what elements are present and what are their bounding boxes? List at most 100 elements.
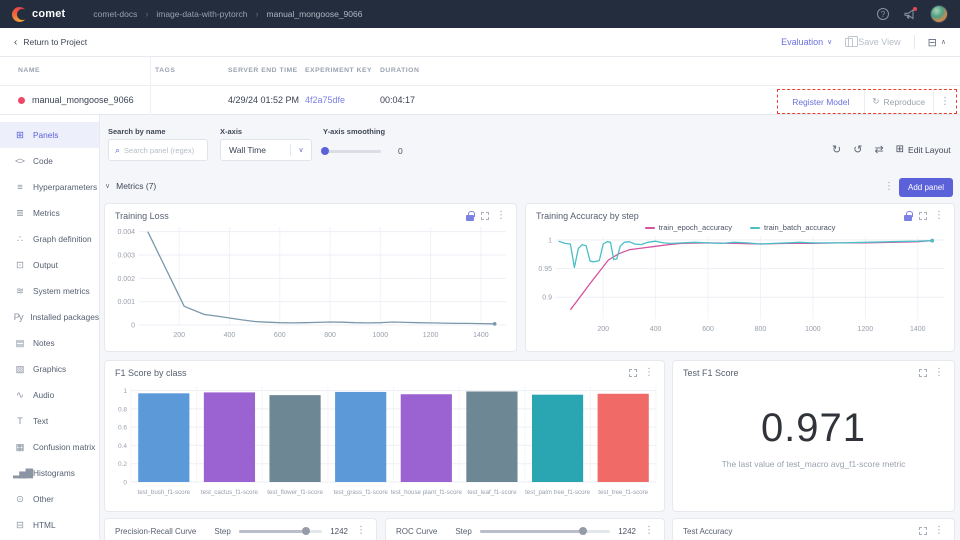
expand-icon[interactable] [481, 212, 489, 220]
f1-score-bar-chart[interactable]: 00.20.40.60.81test_bush_f1-scoretest_cac… [105, 378, 664, 502]
sidebar-item-label: HTML [33, 520, 56, 530]
sidebar-item-notes[interactable]: ▤Notes [0, 330, 99, 356]
experiment-key-link[interactable]: 4f2a75dfe [305, 95, 345, 105]
sidebar-item-output[interactable]: ⊡Output [0, 252, 99, 278]
step-slider[interactable] [239, 530, 322, 533]
view-selector-dropdown[interactable]: Evaluation ∨ [781, 37, 832, 47]
panel-training-loss: Training Loss ⋮ 200400600800100012001400… [104, 203, 517, 352]
save-view-icon [845, 38, 853, 47]
panel-roc-curve: ROC Curve Step 1242 ⋮ [385, 518, 665, 540]
sidebar-item-text[interactable]: TText [0, 408, 99, 434]
panel-kebab-menu[interactable]: ⋮ [644, 526, 654, 536]
search-input[interactable] [124, 146, 194, 155]
legend-item-train-epoch-accuracy[interactable]: train_epoch_accuracy [645, 223, 732, 232]
panel-kebab-menu[interactable]: ⋮ [934, 368, 944, 378]
edit-layout-button[interactable]: ⊞ Edit Layout [896, 144, 951, 155]
legend-item-train-batch-accuracy[interactable]: train_batch_accuracy [750, 223, 835, 232]
notification-icon[interactable] [903, 8, 916, 21]
filter-sliders-icon[interactable]: ⇄ [874, 143, 883, 156]
graphics-icon: ▧ [13, 364, 26, 375]
sidebar-item-panels[interactable]: ⊞Panels [0, 122, 99, 148]
smoothing-slider[interactable] [323, 150, 381, 153]
svg-text:200: 200 [173, 332, 185, 339]
training-accuracy-chart[interactable]: 2004006008001000120014000.90.951 [526, 232, 954, 335]
row-kebab-menu[interactable]: ⋮ [934, 90, 956, 113]
panel-kebab-menu[interactable]: ⋮ [496, 211, 506, 221]
experiment-row[interactable]: manual_mongoose_9066 4/29/24 01:52 PM 4f… [0, 86, 960, 115]
comet-logo-text: comet [32, 8, 65, 20]
sidebar-item-installed-packages[interactable]: PyInstalled packages [0, 304, 99, 330]
svg-text:1400: 1400 [473, 332, 489, 339]
svg-text:1000: 1000 [805, 326, 821, 333]
panel-kebab-menu[interactable]: ⋮ [934, 211, 944, 221]
layout-toggle-button[interactable]: ⊟ ∧ [928, 36, 946, 49]
svg-text:0.4: 0.4 [118, 443, 127, 450]
reproduce-button[interactable]: ↻ Reproduce [865, 90, 934, 113]
sidebar-item-metrics[interactable]: ≣Metrics [0, 200, 99, 226]
experiment-name[interactable]: manual_mongoose_9066 [32, 95, 134, 105]
sidebar-item-label: Text [33, 416, 48, 426]
panel-kebab-menu[interactable]: ⋮ [934, 526, 944, 536]
svg-text:1: 1 [123, 388, 127, 395]
expand-icon[interactable] [919, 527, 927, 535]
smoothing-slider-knob[interactable] [321, 147, 329, 155]
sidebar-item-label: Audio [33, 390, 54, 400]
sidebar-item-label: Hyperparameters [33, 182, 97, 192]
section-kebab-menu[interactable]: ⋮ [884, 181, 894, 192]
reproduce-label: Reproduce [884, 97, 926, 107]
search-icon: ⌕ [115, 145, 120, 156]
lock-icon[interactable] [904, 215, 912, 221]
step-slider-fill [239, 530, 304, 533]
top-nav: comet comet-docs › image-data-with-pytorch… [0, 0, 960, 28]
svg-text:test_grass_f1-score: test_grass_f1-score [334, 489, 389, 496]
history-icon[interactable]: ↺ [853, 143, 862, 156]
panel-kebab-menu[interactable]: ⋮ [356, 526, 366, 536]
training-loss-chart[interactable]: 20040060080010001200140000.0010.0020.003… [105, 221, 516, 341]
experiment-end-time: 4/29/24 01:52 PM [228, 95, 299, 105]
lock-icon[interactable] [466, 215, 474, 221]
sidebar-item-hyperparameters[interactable]: ≡Hyperparameters [0, 174, 99, 200]
breadcrumb-item-comet-docs[interactable]: comet-docs [93, 9, 137, 19]
expand-icon[interactable] [919, 212, 927, 220]
sidebar-item-code[interactable]: <>Code [0, 148, 99, 174]
breadcrumb-separator: › [256, 9, 259, 19]
panel-title: Training Loss [115, 211, 169, 221]
save-view-button[interactable]: Save View [845, 37, 900, 47]
sidebar-item-html[interactable]: ⊟HTML [0, 512, 99, 538]
user-avatar[interactable] [930, 5, 948, 23]
sidebar-item-confusion-matrix[interactable]: ▦Confusion matrix [0, 434, 99, 460]
svg-text:0.001: 0.001 [117, 299, 135, 306]
step-slider-knob[interactable] [579, 527, 587, 535]
sidebar-item-graph-definition[interactable]: ∴Graph definition [0, 226, 99, 252]
xaxis-select[interactable]: Wall Time ∨ [220, 139, 312, 161]
svg-text:600: 600 [274, 332, 286, 339]
expand-icon[interactable] [919, 369, 927, 377]
search-label: Search by name [108, 127, 166, 136]
view-name: Evaluation [781, 37, 823, 47]
expand-icon[interactable] [629, 369, 637, 377]
sidebar-item-audio[interactable]: ∿Audio [0, 382, 99, 408]
return-to-project-link[interactable]: ‹ Return to Project [14, 37, 87, 48]
reproduce-icon: ↻ [872, 96, 879, 107]
add-panel-button[interactable]: Add panel [899, 178, 953, 197]
sidebar-item-system-metrics[interactable]: ≋System metrics [0, 278, 99, 304]
sidebar-item-label: Panels [33, 130, 58, 140]
comet-logo[interactable]: comet [12, 7, 65, 22]
sidebar-item-histograms[interactable]: ▂▅▇Histograms [0, 460, 99, 486]
sidebar: ⊞Panels<>Code≡Hyperparameters≣Metrics∴Gr… [0, 115, 100, 540]
step-slider-knob[interactable] [302, 527, 310, 535]
sidebar-item-graphics[interactable]: ▧Graphics [0, 356, 99, 382]
metrics-section-toggle[interactable]: ∨ Metrics (7) [105, 181, 156, 191]
chart-legend: train_epoch_accuracy train_batch_accuracy [526, 223, 954, 232]
register-model-button[interactable]: Register Model [778, 90, 865, 113]
refresh-icon[interactable]: ↻ [832, 143, 841, 156]
breadcrumb-item-manual-mongoose-9066[interactable]: manual_mongoose_9066 [267, 9, 363, 19]
breadcrumb-item-image-data-with-pytorch[interactable]: image-data-with-pytorch [156, 9, 247, 19]
sidebar-item-other[interactable]: ⊙Other [0, 486, 99, 512]
svg-text:test_house plant_f1-score: test_house plant_f1-score [391, 489, 463, 496]
column-header-duration: DURATION [380, 67, 419, 74]
panel-kebab-menu[interactable]: ⋮ [644, 368, 654, 378]
column-header-name: NAME [18, 67, 40, 74]
step-slider[interactable] [480, 530, 610, 533]
help-icon[interactable]: ? [877, 8, 889, 20]
